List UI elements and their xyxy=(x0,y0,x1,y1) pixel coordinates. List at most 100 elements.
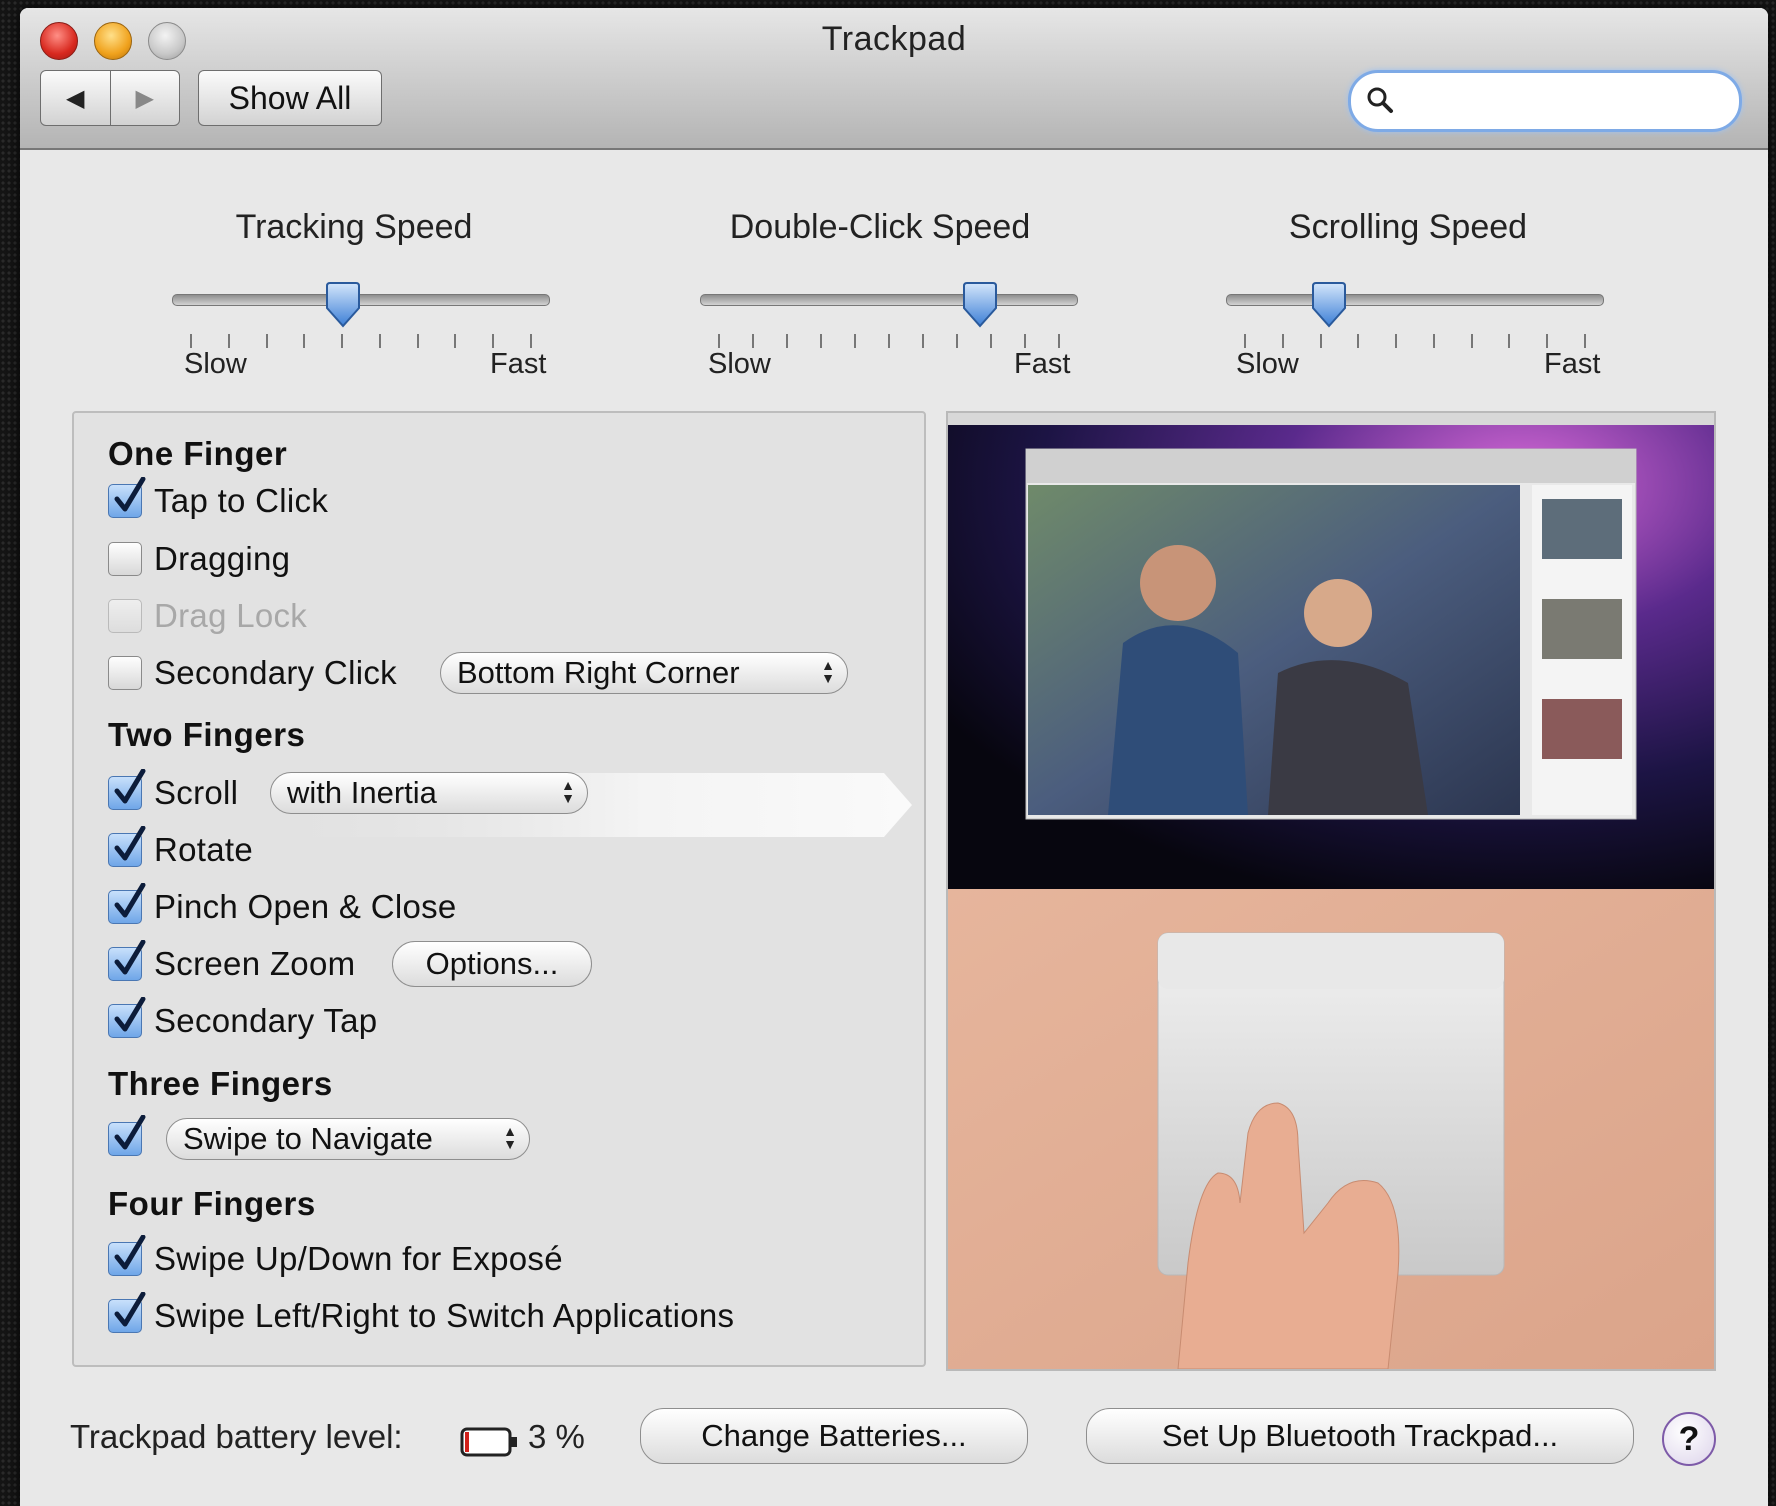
secondary-click-checkbox[interactable] xyxy=(108,656,142,690)
double-click-speed-min-label: Slow xyxy=(708,348,771,380)
double-click-speed-ticks xyxy=(718,334,1060,348)
rotate-label: Rotate xyxy=(154,831,254,868)
slider-tick xyxy=(1058,334,1060,348)
dragging-label: Dragging xyxy=(154,540,291,577)
checkmark-icon xyxy=(114,477,146,512)
scrolling-speed-max-label: Fast xyxy=(1544,348,1601,380)
gesture-preview-video xyxy=(946,411,1716,1371)
tap-to-click-label: Tap to Click xyxy=(154,482,329,519)
three-finger-swipe-popup[interactable]: Swipe to Navigate ▲ ▼ xyxy=(166,1118,530,1160)
slider-tick xyxy=(303,334,306,348)
battery-icon xyxy=(460,1426,520,1463)
switch-apps-option[interactable]: Swipe Left/Right to Switch Applications xyxy=(108,1292,735,1336)
three-finger-swipe-checkbox[interactable] xyxy=(108,1115,146,1156)
secondary-tap-option[interactable]: Secondary Tap xyxy=(108,997,377,1041)
slider-tick xyxy=(1319,334,1322,348)
scroll-option[interactable]: Scroll xyxy=(108,769,239,813)
search-input[interactable] xyxy=(1407,81,1711,119)
slider-tick xyxy=(990,334,992,348)
search-icon xyxy=(1365,85,1395,120)
dragging-option[interactable]: Dragging xyxy=(108,539,290,579)
change-batteries-button[interactable]: Change Batteries... xyxy=(640,1408,1028,1464)
three-finger-swipe-popup-value: Swipe to Navigate xyxy=(183,1121,433,1156)
checkmark-icon xyxy=(114,997,146,1032)
slider-tick xyxy=(1395,334,1398,348)
secondary-click-popup-value: Bottom Right Corner xyxy=(457,655,740,690)
slider-knob-icon xyxy=(1312,282,1346,328)
slider-tick xyxy=(492,334,495,348)
scrolling-speed-label: Scrolling Speed xyxy=(1288,208,1528,246)
slider-knob-icon xyxy=(962,282,997,328)
scrolling-speed-min-label: Slow xyxy=(1236,348,1299,380)
drag-lock-checkbox xyxy=(108,599,142,633)
expose-checkbox[interactable] xyxy=(108,1235,146,1276)
three-finger-swipe-option[interactable] xyxy=(108,1115,146,1159)
tap-to-click-checkbox[interactable] xyxy=(108,477,146,518)
setup-bluetooth-trackpad-button[interactable]: Set Up Bluetooth Trackpad... xyxy=(1086,1408,1634,1464)
one-finger-heading: One Finger xyxy=(108,435,288,472)
four-fingers-heading: Four Fingers xyxy=(108,1185,316,1222)
slider-tick xyxy=(1281,334,1284,348)
show-all-button[interactable]: Show All xyxy=(198,70,382,126)
tracking-speed-min-label: Slow xyxy=(184,348,247,380)
rotate-option[interactable]: Rotate xyxy=(108,826,254,870)
slider-tick xyxy=(341,334,344,348)
secondary-click-label: Secondary Click xyxy=(154,654,397,691)
back-button[interactable]: ◀ xyxy=(41,71,110,125)
double-click-speed-max-label: Fast xyxy=(1014,348,1071,380)
screen-zoom-option[interactable]: Screen Zoom xyxy=(108,940,355,984)
switch-apps-checkbox[interactable] xyxy=(108,1292,146,1333)
tap-to-click-option[interactable]: Tap to Click xyxy=(108,477,329,521)
double-click-speed-thumb[interactable] xyxy=(961,282,999,328)
pinch-checkbox[interactable] xyxy=(108,883,146,924)
slider-tick xyxy=(820,334,822,348)
preferences-window: Trackpad ◀ ▶ Show All Tracking Speed Slo… xyxy=(20,8,1768,1506)
slider-tick xyxy=(1508,334,1511,348)
tracking-speed-thumb[interactable] xyxy=(324,282,362,328)
dragging-checkbox[interactable] xyxy=(108,542,142,576)
secondary-tap-checkbox[interactable] xyxy=(108,997,146,1038)
title-bar: Trackpad ◀ ▶ Show All xyxy=(20,8,1768,150)
scroll-inertia-popup[interactable]: with Inertia ▲ ▼ xyxy=(270,772,588,814)
double-click-speed-track[interactable] xyxy=(700,294,1078,306)
checkmark-icon xyxy=(114,1235,146,1270)
pinch-option[interactable]: Pinch Open & Close xyxy=(108,883,457,927)
window-title: Trackpad xyxy=(821,20,967,58)
double-click-speed-label: Double-Click Speed xyxy=(729,208,1031,246)
tracking-speed-label: Tracking Speed xyxy=(235,208,473,246)
scroll-label: Scroll xyxy=(154,774,239,811)
pinch-label: Pinch Open & Close xyxy=(154,888,457,925)
checkmark-icon xyxy=(114,940,146,975)
slider-tick xyxy=(718,334,720,348)
slider-tick xyxy=(190,334,192,348)
slider-tick xyxy=(854,334,856,348)
search-field[interactable] xyxy=(1348,70,1742,132)
checkmark-icon xyxy=(114,1292,146,1327)
help-button[interactable]: ? xyxy=(1662,1412,1716,1466)
switch-apps-label: Swipe Left/Right to Switch Applications xyxy=(154,1297,735,1334)
drag-lock-option: Drag Lock xyxy=(108,596,307,636)
scrolling-speed-thumb[interactable] xyxy=(1310,282,1348,328)
slider-tick xyxy=(888,334,890,348)
screen-zoom-checkbox[interactable] xyxy=(108,940,146,981)
tracking-speed-max-label: Fast xyxy=(490,348,547,380)
slider-tick xyxy=(1432,334,1435,348)
slider-tick xyxy=(1470,334,1473,348)
slider-tick xyxy=(227,334,230,348)
forward-button[interactable]: ▶ xyxy=(109,71,180,125)
checkmark-icon xyxy=(114,883,146,918)
expose-label: Swipe Up/Down for Exposé xyxy=(154,1240,563,1277)
slider-knob-icon xyxy=(326,282,360,328)
checkmark-icon xyxy=(114,826,146,861)
secondary-click-option[interactable]: Secondary Click xyxy=(108,653,397,693)
scrolling-speed-track[interactable] xyxy=(1226,294,1604,306)
scroll-checkbox[interactable] xyxy=(108,769,146,810)
screen-zoom-options-button[interactable]: Options... xyxy=(392,941,592,987)
expose-option[interactable]: Swipe Up/Down for Exposé xyxy=(108,1235,563,1279)
rotate-checkbox[interactable] xyxy=(108,826,146,867)
slider-tick xyxy=(956,334,958,348)
secondary-click-popup[interactable]: Bottom Right Corner ▲ ▼ xyxy=(440,652,848,694)
slider-tick xyxy=(1546,334,1549,348)
slider-tick xyxy=(378,334,381,348)
drag-lock-label: Drag Lock xyxy=(154,597,308,634)
